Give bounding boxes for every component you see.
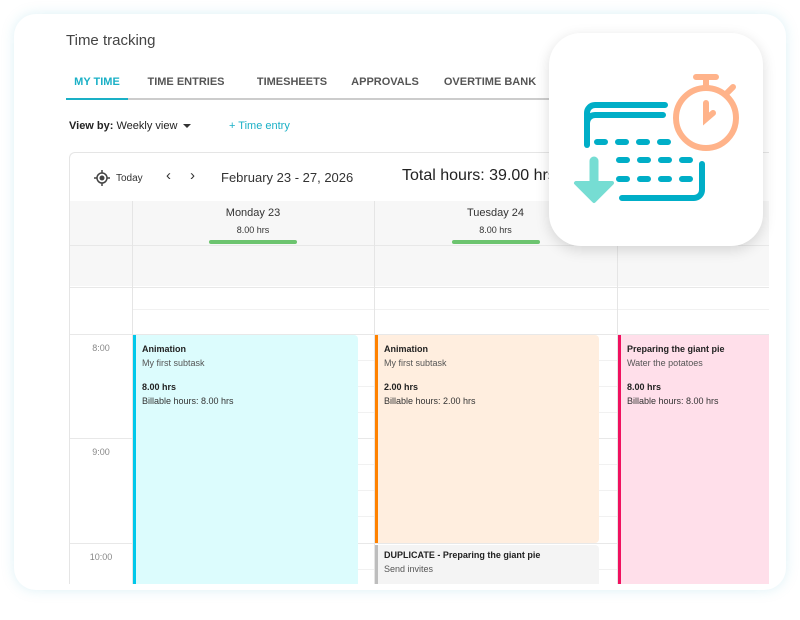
day-header-monday: Monday 23 8.00 hrs bbox=[132, 201, 374, 286]
entry-title: DUPLICATE - Preparing the giant pie bbox=[384, 550, 541, 560]
tab-overtime-bank[interactable]: OVERTIME BANK bbox=[430, 70, 550, 100]
add-time-entry-button[interactable]: + Time entry bbox=[229, 120, 290, 132]
tab-time-entries[interactable]: TIME ENTRIES bbox=[128, 70, 244, 100]
tab-timesheets[interactable]: TIMESHEETS bbox=[244, 70, 340, 100]
time-label: 8:00 bbox=[92, 343, 110, 353]
week-grid: Monday 23 8.00 hrs Tuesday 24 8.00 hrs 8… bbox=[70, 201, 769, 584]
timesheet-stopwatch-icon bbox=[574, 74, 739, 203]
entry-subtask: Water the potatoes bbox=[627, 358, 703, 368]
entry-billable: Billable hours: 8.00 hrs bbox=[142, 396, 234, 406]
time-label: 9:00 bbox=[92, 447, 110, 457]
entry-title: Animation bbox=[384, 344, 428, 354]
entry-subtask: Send invites bbox=[384, 564, 434, 574]
chevron-right-icon[interactable]: › bbox=[190, 167, 195, 184]
entry-title: Preparing the giant pie bbox=[627, 344, 725, 354]
crosshair-icon bbox=[94, 170, 110, 186]
page-title: Time tracking bbox=[66, 32, 156, 49]
entry-title: Animation bbox=[142, 344, 186, 354]
app-icon-card bbox=[549, 33, 763, 246]
corner-cell bbox=[70, 201, 132, 286]
day-progress-bar bbox=[209, 240, 297, 244]
entry-hours: 8.00 hrs bbox=[627, 382, 662, 392]
view-by-select[interactable]: View by: Weekly view bbox=[69, 120, 192, 132]
total-hours: Total hours: 39.00 hrs bbox=[402, 167, 556, 184]
caret-down-icon bbox=[183, 124, 192, 129]
tab-approvals[interactable]: APPROVALS bbox=[340, 70, 430, 100]
entry-hours: 8.00 hrs bbox=[142, 382, 177, 392]
time-entry-card[interactable]: DUPLICATE - Preparing the giant pie Send… bbox=[375, 545, 599, 584]
date-range: February 23 - 27, 2026 bbox=[221, 170, 354, 185]
entry-billable: Billable hours: 8.00 hrs bbox=[627, 396, 719, 406]
day-progress-bar bbox=[451, 240, 540, 244]
today-button[interactable]: Today bbox=[94, 170, 143, 186]
time-entry-card[interactable]: Preparing the giant pie Water the potato… bbox=[618, 335, 769, 584]
day-name: Monday 23 bbox=[225, 207, 281, 219]
time-entry-card[interactable]: Animation My first subtask 8.00 hrs Bill… bbox=[133, 335, 358, 584]
time-entry-card[interactable]: Animation My first subtask 2.00 hrs Bill… bbox=[375, 335, 599, 543]
entry-subtask: My first subtask bbox=[384, 358, 447, 368]
entry-billable: Billable hours: 2.00 hrs bbox=[384, 396, 476, 406]
entry-subtask: My first subtask bbox=[142, 358, 205, 368]
tab-my-time[interactable]: MY TIME bbox=[66, 70, 128, 100]
today-label: Today bbox=[116, 172, 143, 184]
view-by-label: View by: bbox=[69, 120, 114, 132]
view-by-value: Weekly view bbox=[116, 120, 178, 132]
time-label: 10:00 bbox=[89, 552, 113, 562]
chevron-left-icon[interactable]: ‹ bbox=[166, 167, 171, 184]
entry-hours: 2.00 hrs bbox=[384, 382, 419, 392]
day-hours: 8.00 hrs bbox=[236, 225, 270, 235]
